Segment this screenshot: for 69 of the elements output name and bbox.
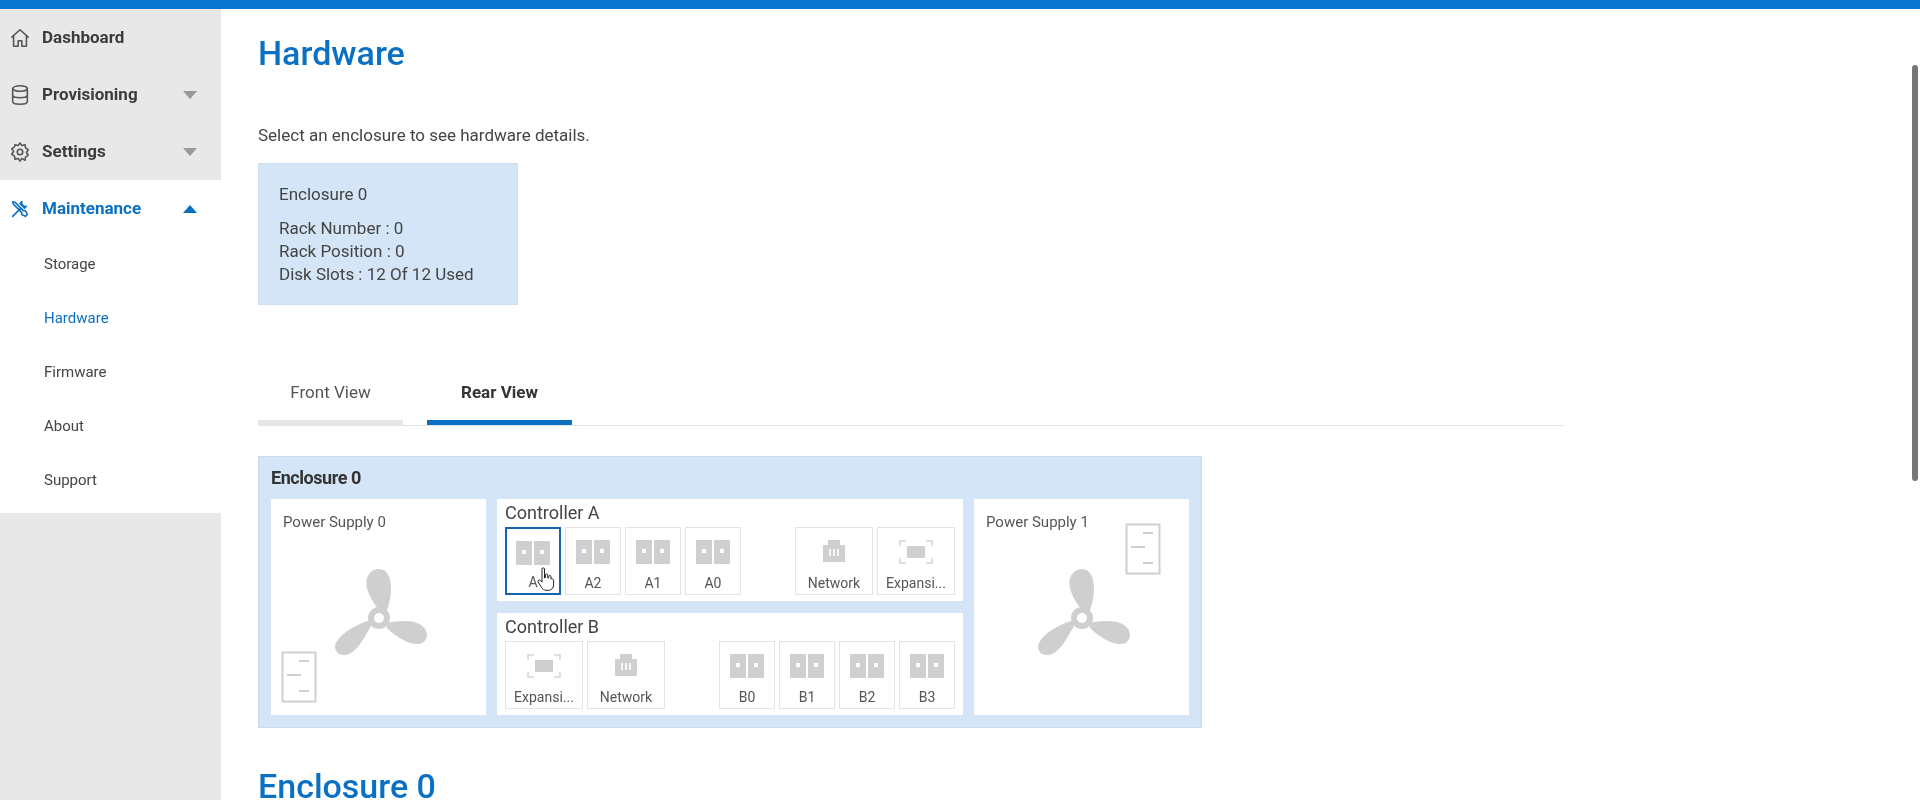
hand-cursor-icon [537, 566, 555, 591]
port-tile[interactable]: Expansi... [505, 640, 583, 709]
port-label: B0 [738, 689, 756, 704]
port-tile[interactable]: B2 [839, 640, 895, 709]
port-label: B2 [858, 689, 876, 704]
port-tile[interactable]: A2 [565, 526, 621, 595]
port-label: B3 [918, 689, 936, 704]
port-label: Expansi... [514, 689, 574, 704]
port-tile[interactable]: A1 [625, 526, 681, 595]
port-icon [850, 653, 884, 678]
port-icon [636, 539, 670, 564]
port-tile[interactable]: A [505, 526, 561, 595]
power-supply-label: Power Supply 1 [986, 511, 1090, 533]
port-icon [910, 653, 944, 678]
power-module-icon [1125, 522, 1161, 575]
port-tile[interactable]: B0 [719, 640, 775, 709]
ethernet-port-icon [821, 539, 847, 562]
card-detail: Rack Position : 0 [279, 240, 406, 263]
port-icon [516, 540, 550, 565]
page-description: Select an enclosure to see hardware details. [258, 124, 591, 147]
home-icon [9, 26, 31, 49]
sidebar-item[interactable]: Dashboard [0, 9, 221, 66]
sidebar-subitem[interactable]: Hardware [0, 291, 221, 345]
port-label: Network [599, 689, 653, 704]
port-tile[interactable]: B1 [779, 640, 835, 709]
enclosure-card[interactable]: Enclosure 0 Rack Number : 0 Rack Position : 0 Disk Slots : 12 Of 12 Used [258, 162, 518, 305]
port-icon [696, 539, 730, 564]
sidebar-subitem[interactable]: Storage [0, 237, 221, 291]
port-tile[interactable]: B3 [899, 640, 955, 709]
ethernet-port-icon [613, 653, 639, 676]
card-detail: Disk Slots : 12 Of 12 Used [279, 263, 475, 286]
scrollbar-thumb[interactable] [1912, 65, 1918, 481]
port-label: A1 [644, 575, 662, 590]
port-label: Expansi... [886, 575, 946, 590]
port-icon [576, 539, 610, 564]
port-tile[interactable]: Network [795, 526, 873, 595]
view-tab[interactable]: Rear View [427, 366, 572, 425]
port-tile[interactable]: Network [587, 640, 665, 709]
port-label: Network [807, 575, 861, 590]
port-icon [790, 653, 824, 678]
sidebar-item[interactable]: Provisioning [0, 66, 221, 123]
sidebar-subitem[interactable]: Firmware [0, 345, 221, 399]
port-label: A2 [584, 575, 602, 590]
port-tile[interactable]: Expansi... [877, 526, 955, 595]
power-supply-panel[interactable]: Power Supply 1 [974, 498, 1189, 715]
sidebar-item[interactable]: Settings [0, 123, 221, 180]
port-label: A [528, 574, 538, 589]
expansion-port-icon [899, 539, 933, 564]
power-module-icon [281, 650, 317, 703]
port-label: A0 [704, 575, 722, 590]
card-title: Enclosure 0 [279, 182, 369, 206]
section-title: Enclosure 0 [258, 765, 437, 800]
page-title: Hardware [258, 33, 406, 73]
card-detail: Rack Number : 0 [279, 217, 405, 240]
sidebar-subitem[interactable]: Support [0, 453, 221, 507]
sidebar-subitem[interactable]: About [0, 399, 221, 453]
settings-icon [9, 140, 31, 163]
database-icon [9, 83, 31, 106]
power-supply-panel[interactable]: Power Supply 0 [271, 498, 486, 715]
controller-label: Controller A [505, 500, 601, 525]
power-supply-label: Power Supply 0 [283, 511, 387, 533]
enclosure-title: Enclosure 0 [271, 466, 362, 490]
port-label: B1 [798, 689, 816, 704]
port-tile[interactable]: A0 [685, 526, 741, 595]
sidebar-item[interactable]: Maintenance [0, 180, 221, 237]
controller-label: Controller B [505, 614, 601, 639]
expansion-port-icon [527, 653, 561, 678]
view-tab[interactable]: Front View [258, 366, 403, 425]
port-icon [730, 653, 764, 678]
